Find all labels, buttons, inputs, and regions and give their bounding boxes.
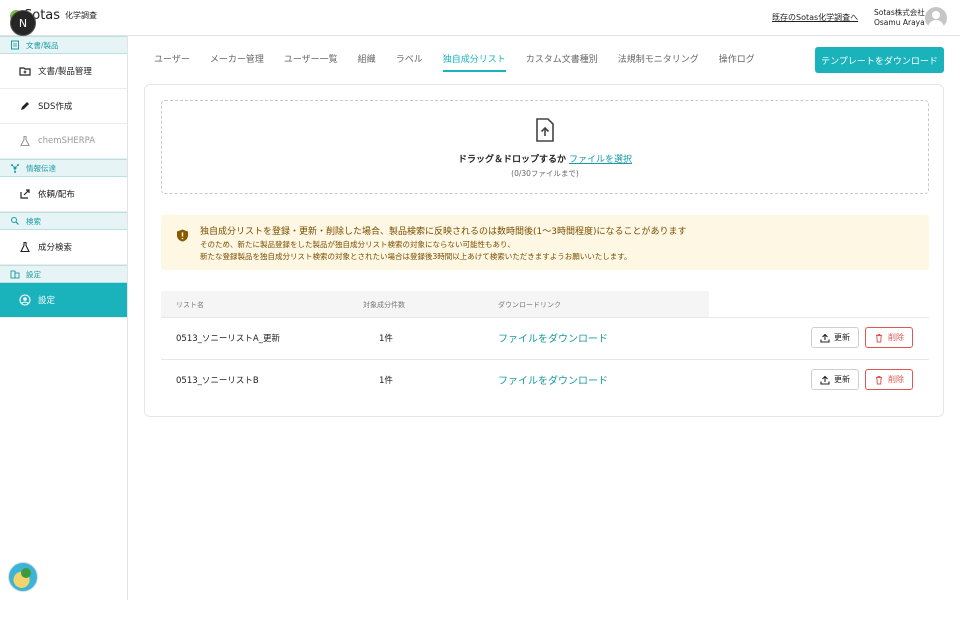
beach-illustration-icon[interactable]: [8, 562, 38, 592]
settings-tabs: ユーザー メーカー管理 ユーザー一覧 組織 ラベル 独自成分リスト カスタム文書…: [154, 52, 775, 72]
ingredient-list-card: ドラッグ＆ドロップするか ファイルを選択 (0/30ファイルまで) 独自成分リス…: [144, 84, 944, 417]
company-name: Sotas株式会社: [874, 8, 925, 17]
delete-button[interactable]: 削除: [865, 369, 913, 390]
document-icon: [11, 40, 19, 50]
n-badge[interactable]: N: [10, 10, 36, 36]
file-dropzone[interactable]: ドラッグ＆ドロップするか ファイルを選択 (0/30ファイルまで): [161, 100, 929, 194]
warning-notice: 独自成分リストを登録・更新・削除した場合、製品検索に反映されるのは数時間後(1〜…: [161, 215, 929, 270]
sidebar: 文書/製品 文書/製品管理 SDS作成 chemSHERPA 情報伝達 依頼/配…: [0, 36, 128, 600]
ingredient-count: 1件: [379, 376, 393, 386]
sidebar-section-label: 情報伝達: [26, 163, 56, 173]
update-button[interactable]: 更新: [811, 327, 859, 348]
upload-icon: [820, 333, 830, 343]
sidebar-section-label: 設定: [26, 269, 41, 279]
sidebar-item-settings[interactable]: 設定: [0, 283, 127, 318]
sidebar-section-search: 検索: [0, 212, 127, 230]
sidebar-section-communication: 情報伝達: [0, 159, 127, 177]
sidebar-item-label: 文書/製品管理: [38, 67, 92, 77]
user-name: Osamu Araya: [874, 18, 925, 27]
sidebar-section-settings: 設定: [0, 265, 127, 283]
trash-icon: [876, 375, 882, 384]
notice-line: そのため、新たに製品登録をした製品が独自成分リスト検索の対象にならない可能性もあ…: [200, 240, 515, 249]
delete-button[interactable]: 削除: [865, 327, 913, 348]
update-button[interactable]: 更新: [811, 369, 859, 390]
notice-title: 独自成分リストを登録・更新・削除した場合、製品検索に反映されるのは数時間後(1〜…: [200, 227, 687, 237]
sidebar-item-label: SDS作成: [38, 102, 73, 112]
tab-custom-ingredient-list[interactable]: 独自成分リスト: [442, 52, 506, 72]
delete-label: 削除: [888, 375, 904, 384]
sidebar-item-label: chemSHERPA: [38, 136, 96, 146]
update-label: 更新: [834, 375, 850, 384]
legacy-app-link[interactable]: 既存のSotas化学調査へ: [772, 12, 858, 23]
tab-makers[interactable]: メーカー管理: [210, 52, 264, 72]
logo-subtitle: 化学調査: [65, 11, 98, 20]
tab-users[interactable]: ユーザー: [154, 52, 190, 72]
upload-icon: [820, 375, 830, 385]
sidebar-item-label: 設定: [38, 296, 56, 306]
sidebar-item-sds[interactable]: SDS作成: [0, 89, 127, 124]
table-row: 0513_ソニーリストA_更新 1件 ファイルをダウンロード 更新 削除: [161, 317, 929, 359]
account-circle-icon: [19, 294, 31, 306]
flask-icon: [20, 241, 30, 253]
notice-line: 新たな登録製品を独自成分リスト検索の対象とされたい場合は登録後3時間以上あけて検…: [200, 252, 632, 261]
network-icon: [11, 164, 19, 173]
folder-icon: [19, 67, 31, 76]
sidebar-item-label: 成分検索: [38, 243, 73, 253]
dropzone-instruction: ドラッグ＆ドロップするか: [458, 155, 567, 165]
tab-operation-log[interactable]: 操作ログ: [719, 52, 755, 72]
search-icon: [11, 217, 19, 225]
tab-custom-document-types[interactable]: カスタム文書種別: [526, 52, 598, 72]
list-name: 0513_ソニーリストB: [176, 376, 259, 386]
sidebar-section-documents: 文書/製品: [0, 36, 127, 54]
select-file-link[interactable]: ファイルを選択: [569, 155, 632, 165]
user-info: Sotas株式会社 Osamu Araya: [874, 8, 925, 28]
dropzone-text: ドラッグ＆ドロップするか ファイルを選択: [162, 152, 928, 165]
column-header-list-name: リスト名: [176, 301, 204, 309]
update-label: 更新: [834, 333, 850, 342]
sidebar-item-document-management[interactable]: 文書/製品管理: [0, 54, 127, 89]
sidebar-item-requests[interactable]: 依頼/配布: [0, 177, 127, 212]
sidebar-item-label: 依頼/配布: [38, 190, 75, 200]
building-icon: [10, 270, 20, 279]
dropzone-limit: (0/30ファイルまで): [511, 169, 579, 178]
column-header-count: 対象成分件数: [363, 301, 405, 309]
warning-shield-icon: [177, 229, 188, 242]
ingredient-count: 1件: [379, 334, 393, 344]
table-header: リスト名 対象成分件数 ダウンロードリンク: [161, 291, 709, 317]
download-file-link[interactable]: ファイルをダウンロード: [498, 330, 608, 345]
tab-user-list[interactable]: ユーザー一覧: [284, 52, 338, 72]
tab-labels[interactable]: ラベル: [396, 52, 423, 72]
tab-organization[interactable]: 組織: [358, 52, 376, 72]
delete-label: 削除: [888, 333, 904, 342]
sidebar-item-ingredient-search[interactable]: 成分検索: [0, 230, 127, 265]
pencil-icon: [21, 102, 29, 110]
sidebar-section-label: 検索: [26, 216, 41, 226]
file-upload-icon: [536, 118, 554, 142]
share-icon: [20, 189, 30, 199]
table-row: 0513_ソニーリストB 1件 ファイルをダウンロード 更新 削除: [161, 359, 929, 401]
sidebar-item-chemsherpa[interactable]: chemSHERPA: [0, 124, 127, 159]
download-template-button[interactable]: テンプレートをダウンロード: [815, 47, 944, 73]
sidebar-section-label: 文書/製品: [26, 40, 59, 50]
list-name: 0513_ソニーリストA_更新: [176, 334, 280, 344]
column-header-download: ダウンロードリンク: [498, 301, 561, 309]
download-file-link[interactable]: ファイルをダウンロード: [498, 372, 608, 387]
avatar-icon[interactable]: [925, 7, 947, 29]
flask-icon: [20, 135, 30, 147]
app-header: Sotas 化学調査 N 既存のSotas化学調査へ Sotas株式会社 Osa…: [0, 0, 960, 36]
trash-icon: [876, 333, 882, 342]
tab-regulation-monitoring[interactable]: 法規制モニタリング: [618, 52, 699, 72]
